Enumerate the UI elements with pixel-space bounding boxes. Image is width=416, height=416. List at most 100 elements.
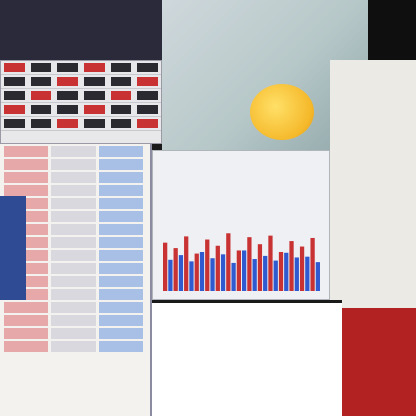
- order-book-cell: [51, 172, 96, 183]
- price-bar: [178, 255, 184, 291]
- order-book-cell: [98, 224, 143, 235]
- order-book-row: [4, 185, 146, 196]
- price-bar: [273, 260, 278, 291]
- price-bar: [247, 237, 252, 291]
- mascot-character: [250, 84, 314, 140]
- order-book-cell: [98, 276, 143, 287]
- price-bar: [268, 235, 273, 291]
- order-book-cell: [98, 172, 143, 183]
- price-bar: [168, 259, 173, 291]
- quote-cell: [57, 105, 79, 114]
- order-book-cell: [98, 211, 143, 222]
- quote-cell: [4, 105, 25, 114]
- price-bar: [299, 246, 305, 291]
- order-book-cell: [51, 289, 96, 300]
- order-book-cell: [51, 315, 96, 326]
- quote-row: [1, 103, 161, 117]
- order-book-cell: [51, 224, 96, 235]
- order-book-cell: [98, 198, 143, 209]
- order-book-row: [4, 172, 146, 183]
- quote-row: [1, 89, 161, 103]
- order-book-cell: [4, 302, 49, 313]
- price-bar: [189, 261, 194, 291]
- quote-cell: [137, 77, 159, 86]
- price-bar: [199, 252, 205, 291]
- quote-row: [1, 61, 161, 75]
- quote-cell: [137, 63, 159, 72]
- order-book-cell: [98, 341, 143, 352]
- order-book-cell: [51, 302, 96, 313]
- order-book-cell: [51, 250, 96, 261]
- order-book-row: [4, 341, 146, 352]
- order-book-cell: [98, 159, 143, 170]
- quote-cell: [110, 119, 132, 128]
- price-bar: [257, 244, 263, 291]
- order-book-row: [4, 146, 146, 157]
- price-bar: [194, 253, 199, 291]
- order-book-cell: [4, 146, 49, 157]
- order-book-cell: [98, 289, 143, 300]
- price-bar: [252, 259, 257, 291]
- quote-cell: [110, 63, 132, 72]
- order-book-cell: [98, 185, 143, 196]
- price-bar: [284, 252, 289, 291]
- quote-cell: [110, 77, 132, 86]
- order-book-cell: [51, 159, 96, 170]
- quote-cell: [4, 63, 25, 72]
- order-book-row: [4, 315, 146, 326]
- collage-canvas: [0, 0, 416, 416]
- quote-cell: [84, 91, 105, 100]
- price-bar: [263, 255, 268, 291]
- price-bar: [184, 236, 189, 291]
- price-bar: [315, 262, 320, 291]
- order-book-cell: [98, 263, 143, 274]
- quote-cell: [30, 77, 52, 86]
- order-book-row: [4, 328, 146, 339]
- quote-cell: [84, 63, 105, 72]
- quote-cell: [137, 119, 159, 128]
- quote-cell: [30, 91, 52, 100]
- date-banner: [0, 196, 26, 300]
- order-book-row: [4, 159, 146, 170]
- quote-cell: [110, 105, 132, 114]
- quote-cell: [84, 105, 105, 114]
- price-bar: [205, 239, 210, 291]
- quote-cell: [110, 91, 132, 100]
- quote-cell: [4, 119, 25, 128]
- order-book-cell: [98, 315, 143, 326]
- order-book-cell: [98, 302, 143, 313]
- price-bar: [278, 252, 284, 291]
- order-book-cell: [4, 341, 49, 352]
- dark-edge-strip: [368, 0, 416, 60]
- order-book-cell: [4, 315, 49, 326]
- price-bar: [236, 250, 241, 291]
- side-ribbon: [342, 308, 416, 416]
- order-book-cell: [51, 185, 96, 196]
- order-book-row: [4, 302, 146, 313]
- order-book-cell: [98, 328, 143, 339]
- order-book-cell: [98, 146, 143, 157]
- price-bar: [210, 258, 215, 291]
- order-book-cell: [51, 146, 96, 157]
- order-book-cell: [51, 328, 96, 339]
- quote-cell: [84, 77, 105, 86]
- quote-cell: [84, 119, 105, 128]
- order-book-cell: [51, 237, 96, 248]
- quote-cell: [30, 119, 52, 128]
- quote-cell: [57, 91, 79, 100]
- quote-cell: [30, 105, 52, 114]
- quote-cell: [57, 119, 79, 128]
- order-book-cell: [51, 276, 96, 287]
- info-card: [330, 60, 416, 308]
- price-bar: [310, 237, 315, 291]
- price-chart: [163, 233, 320, 291]
- price-bar: [305, 256, 310, 291]
- price-bar: [242, 250, 247, 291]
- price-bar: [220, 254, 226, 291]
- order-book-cell: [51, 211, 96, 222]
- order-book-cell: [51, 198, 96, 209]
- order-book-cell: [4, 172, 49, 183]
- price-bar: [294, 257, 299, 291]
- price-bar: [231, 262, 236, 291]
- quote-cell: [4, 77, 25, 86]
